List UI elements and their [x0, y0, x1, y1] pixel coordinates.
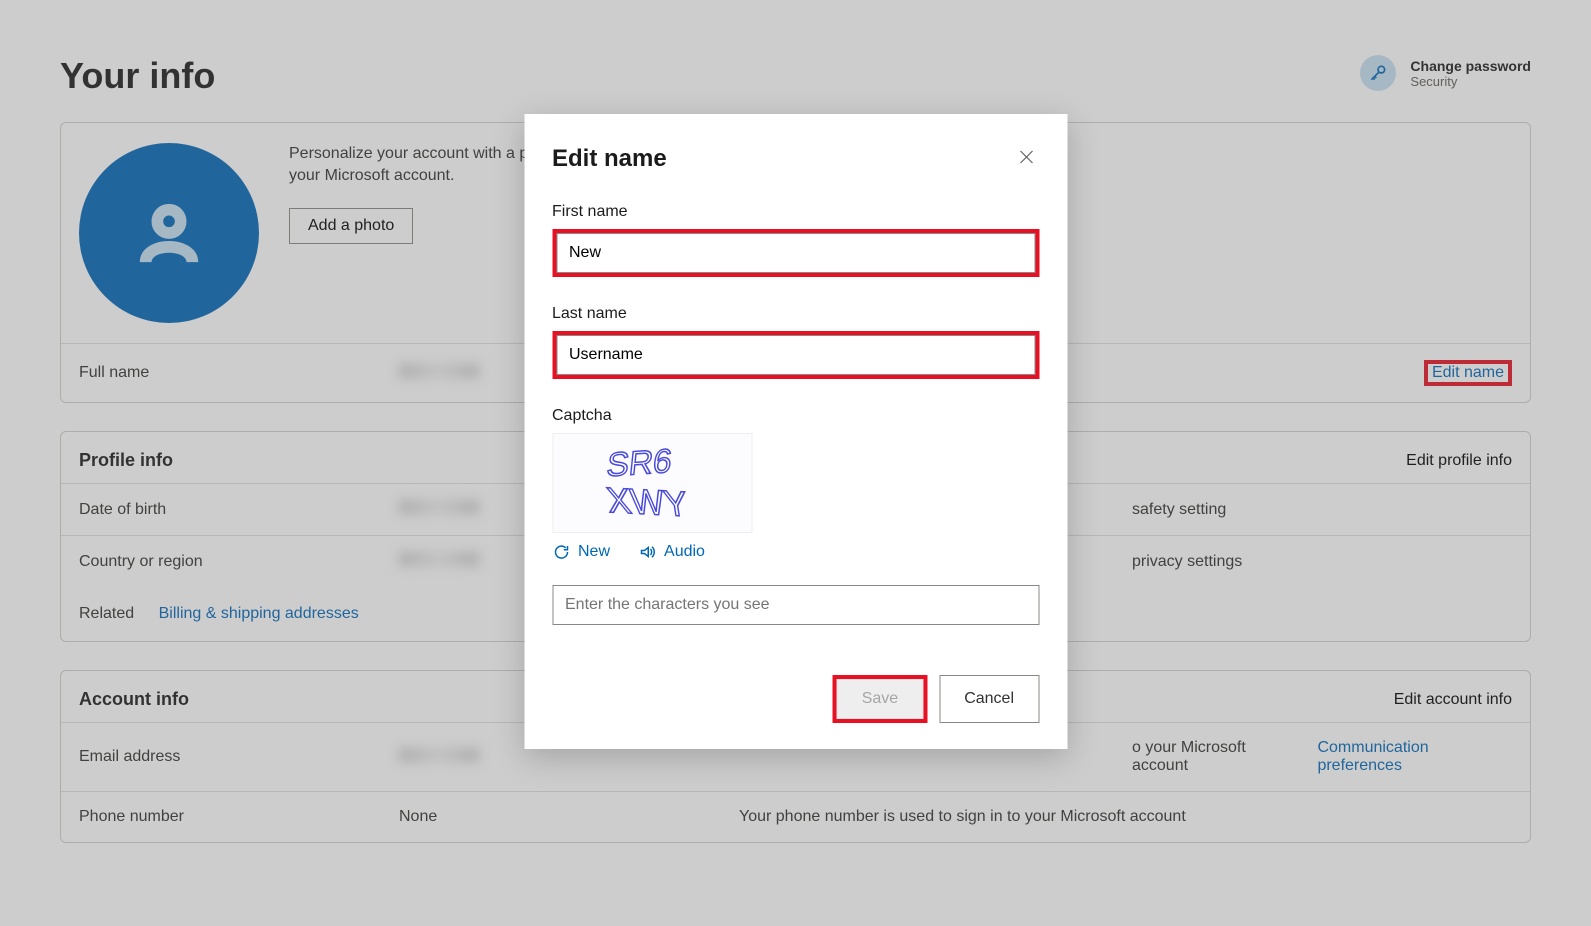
captcha-new-link[interactable]: New	[552, 543, 610, 561]
svg-text:XWY: XWY	[604, 480, 691, 524]
captcha-label: Captcha	[552, 407, 1039, 425]
save-button[interactable]: Save	[837, 679, 923, 719]
audio-icon	[638, 543, 656, 561]
close-button[interactable]	[1013, 144, 1039, 173]
captcha-audio-link[interactable]: Audio	[638, 543, 705, 561]
last-name-input[interactable]	[556, 335, 1035, 375]
edit-name-modal: Edit name First name Last name Captcha S…	[524, 114, 1067, 749]
close-icon	[1017, 148, 1035, 166]
last-name-label: Last name	[552, 305, 1039, 323]
refresh-icon	[552, 543, 570, 561]
modal-scrim: Edit name First name Last name Captcha S…	[0, 0, 1591, 926]
captcha-image: SR6 XWY	[552, 433, 752, 533]
first-name-input[interactable]	[556, 233, 1035, 273]
captcha-input[interactable]	[552, 585, 1039, 625]
cancel-button[interactable]: Cancel	[939, 675, 1039, 723]
first-name-label: First name	[552, 203, 1039, 221]
modal-title: Edit name	[552, 145, 667, 173]
svg-text:SR6: SR6	[604, 443, 673, 485]
